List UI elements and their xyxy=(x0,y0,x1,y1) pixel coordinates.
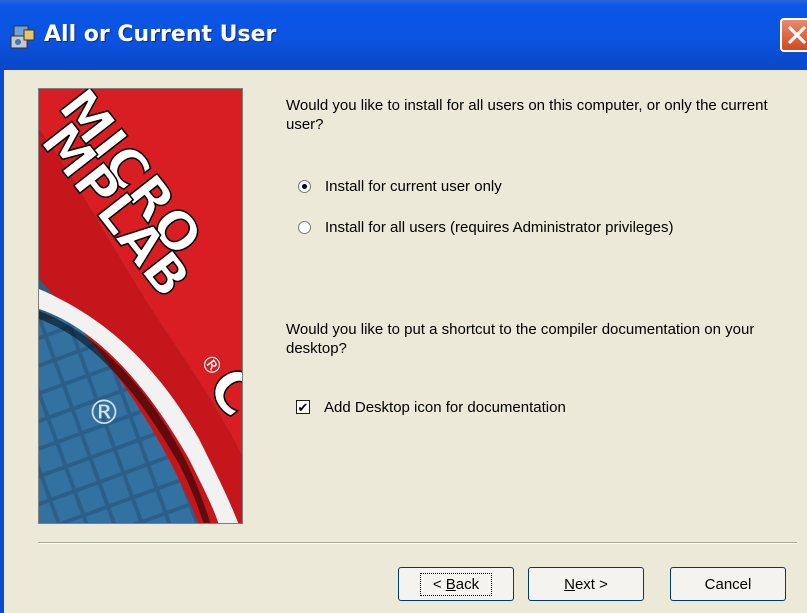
divider-line xyxy=(38,542,797,544)
radio-current-user[interactable]: Install for current user only xyxy=(298,175,502,197)
installer-window: All or Current User MICRO MPLAB ® ® C Wo… xyxy=(0,0,807,613)
installer-icon xyxy=(8,22,38,52)
radio-all-users[interactable]: Install for all users (requires Administ… xyxy=(298,216,673,238)
radio-button-selected[interactable] xyxy=(298,179,311,193)
back-button-label: < Back xyxy=(419,572,493,596)
next-button[interactable]: Next > xyxy=(528,567,644,601)
shortcut-question: Would you like to put a shortcut to the … xyxy=(286,321,755,357)
radio-current-user-label: Install for current user only xyxy=(325,177,502,195)
window-title: All or Current User xyxy=(44,22,277,47)
close-icon xyxy=(782,26,807,54)
desktop-icon-label: Add Desktop icon for documentation xyxy=(324,398,566,416)
back-button[interactable]: < Back xyxy=(398,567,514,601)
next-button-label: Next > xyxy=(564,575,608,593)
radio-all-users-label: Install for all users (requires Administ… xyxy=(325,218,674,236)
desktop-icon-checkbox-row[interactable]: ✔ Add Desktop icon for documentation xyxy=(296,396,566,418)
cancel-button-label: Cancel xyxy=(704,575,752,593)
close-button[interactable] xyxy=(780,18,807,52)
banner-registered-mark-2: ® xyxy=(87,393,121,433)
radio-button-unselected[interactable] xyxy=(298,220,311,234)
checkmark-icon: ✔ xyxy=(297,399,309,415)
install-scope-question: Would you like to install for all users … xyxy=(286,97,768,133)
desktop-icon-checkbox[interactable]: ✔ xyxy=(296,400,310,414)
mplab-banner-image: MICRO MPLAB ® ® C xyxy=(38,88,243,524)
window-border xyxy=(0,70,4,613)
title-bar[interactable]: All or Current User xyxy=(0,0,807,71)
cancel-button[interactable]: Cancel xyxy=(670,567,786,601)
